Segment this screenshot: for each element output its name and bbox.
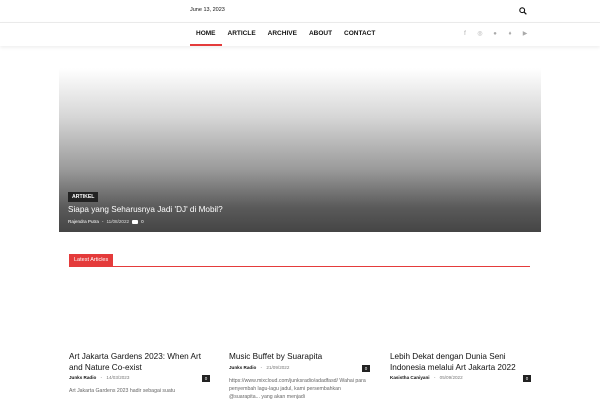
twitter-icon[interactable]: ♦ — [506, 30, 514, 38]
comment-count[interactable]: 0 — [523, 375, 531, 382]
article-title[interactable]: Lebih Dekat dengan Dunia Seni Indonesia … — [390, 352, 531, 373]
article-excerpt: Art Jakarta Gardens 2023 hadir sebagai s… — [69, 388, 176, 394]
featured-post[interactable]: ARTIKEL Siapa yang Seharusnya Jadi 'DJ' … — [59, 68, 541, 232]
article-card[interactable]: Art Jakarta Gardens 2023: When Art and N… — [69, 352, 210, 395]
article-author[interactable]: Kasistha Caniyani — [390, 375, 430, 380]
youtube-icon[interactable]: ▶ — [521, 30, 529, 38]
article-excerpt: https://www.mixcloud.com/junksradio/adad… — [229, 377, 366, 400]
top-bar: June 13, 2023 — [0, 0, 600, 22]
category-badge[interactable]: ARTIKEL — [68, 192, 99, 202]
nav-article[interactable]: ARTICLE — [222, 23, 262, 46]
instagram-icon[interactable]: ◎ — [476, 30, 484, 38]
search-icon[interactable] — [519, 7, 527, 15]
article-meta: Junks Radio - 21/09/2022 0 — [229, 364, 370, 373]
article-card[interactable]: Music Buffet by Suarapita Junks Radio - … — [229, 352, 370, 400]
comment-count[interactable]: 0 — [362, 364, 370, 372]
nav-contact[interactable]: CONTACT — [338, 23, 381, 46]
reddit-icon[interactable]: ● — [491, 30, 499, 38]
main-navigation: HOME ARTICLE ARCHIVE ABOUT CONTACT f ◎ ●… — [0, 22, 600, 46]
article-title[interactable]: Music Buffet by Suarapita — [229, 352, 370, 363]
featured-post-title[interactable]: Siapa yang Seharusnya Jadi 'DJ' di Mobil… — [68, 205, 223, 214]
section-title: Latest Articles — [69, 254, 114, 267]
nav-home[interactable]: HOME — [190, 23, 222, 46]
facebook-icon[interactable]: f — [461, 30, 469, 38]
article-author[interactable]: Junks Radio — [229, 365, 256, 370]
article-date: 05/09/2022 — [439, 375, 463, 380]
comment-count[interactable]: 0 — [141, 219, 144, 224]
article-date: 21/09/2022 — [266, 364, 290, 370]
nav-about[interactable]: ABOUT — [303, 23, 338, 46]
post-date: 11/08/2022 — [106, 219, 130, 224]
current-date: June 13, 2023 — [190, 7, 225, 13]
comment-icon — [132, 219, 139, 224]
featured-post-meta: Rajendra Putra - 11/08/2022 0 — [68, 219, 144, 224]
article-author[interactable]: Junks Radio — [69, 375, 96, 380]
article-meta: Junks Radio - 14/03/2023 0 — [69, 375, 210, 383]
post-author[interactable]: Rajendra Putra — [68, 219, 99, 224]
article-meta: Kasistha Caniyani - 05/09/2022 0 — [390, 375, 531, 383]
section-header: Latest Articles — [69, 254, 530, 267]
comment-count[interactable]: 0 — [202, 375, 210, 382]
nav-archive[interactable]: ARCHIVE — [262, 23, 303, 46]
article-card[interactable]: Lebih Dekat dengan Dunia Seni Indonesia … — [390, 352, 531, 387]
article-date: 14/03/2023 — [106, 375, 130, 380]
social-links: f ◎ ● ♦ ▶ — [461, 30, 529, 38]
article-title[interactable]: Art Jakarta Gardens 2023: When Art and N… — [69, 352, 210, 373]
